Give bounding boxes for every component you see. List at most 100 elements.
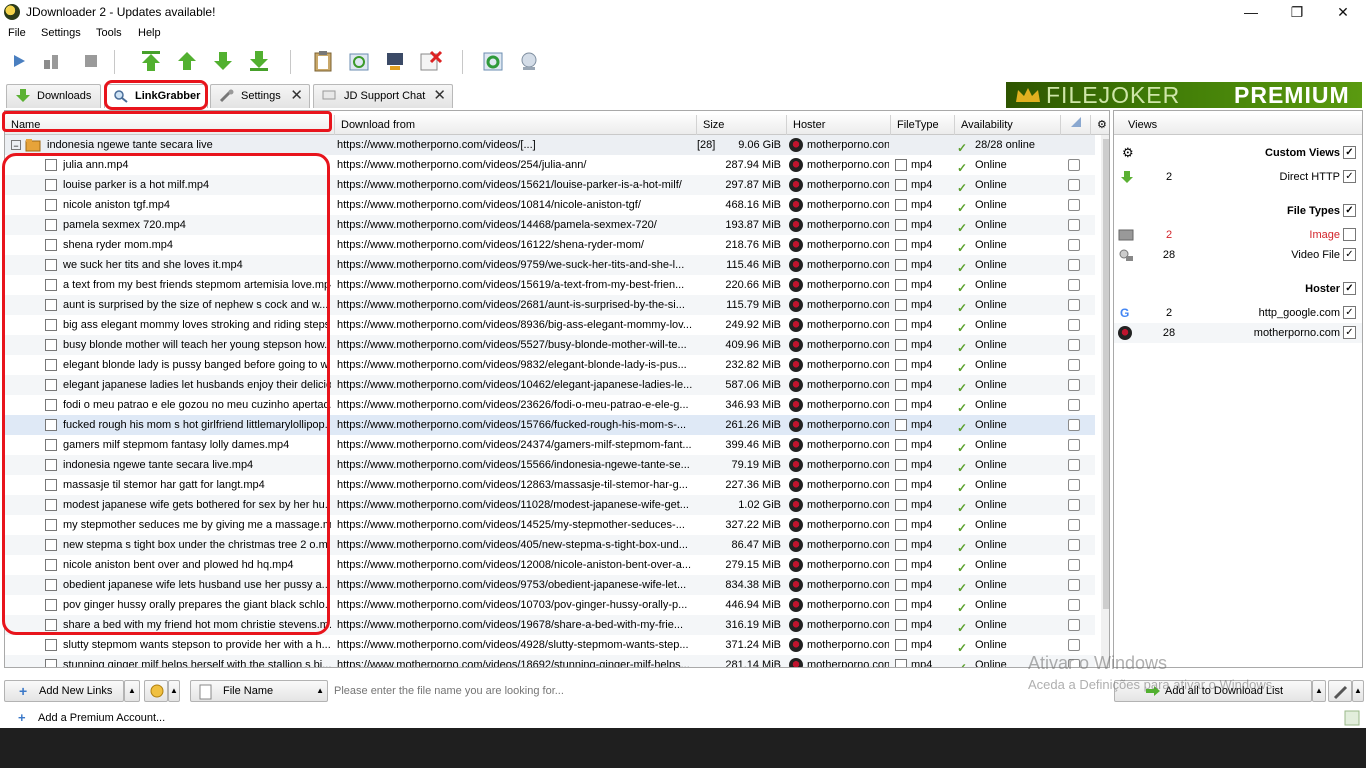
file-size: 279.15 MiB	[725, 559, 781, 571]
column-size[interactable]: Size	[697, 115, 787, 135]
video-file-checkbox[interactable]: ✓	[1343, 248, 1356, 261]
linkgrabber-settings-button[interactable]	[1328, 680, 1352, 702]
enable-checkbox[interactable]	[1068, 259, 1080, 271]
pause-icon[interactable]	[40, 48, 66, 74]
column-filetype[interactable]: FileType	[891, 115, 955, 135]
column-availability[interactable]: Availability	[955, 115, 1061, 135]
search-input[interactable]	[330, 680, 1110, 702]
menu-help[interactable]: Help	[138, 27, 161, 39]
minimize-button[interactable]: —	[1228, 0, 1274, 24]
menu-settings[interactable]: Settings	[41, 27, 81, 39]
motherporno-hoster-icon	[789, 598, 803, 612]
tab-downloads[interactable]: Downloads	[6, 84, 101, 108]
motherporno-hoster-icon	[789, 498, 803, 512]
view-row-motherporno[interactable]: 28 motherporno.com ✓	[1114, 323, 1362, 343]
file-types-checkbox[interactable]: ✓	[1343, 204, 1356, 217]
undo-dropdown[interactable]: ▲	[168, 680, 180, 702]
close-tab-icon[interactable]: ✕	[290, 85, 303, 107]
enable-checkbox[interactable]	[1068, 299, 1080, 311]
gear-icon: ⚙	[1122, 145, 1134, 160]
move-top-icon[interactable]	[138, 48, 164, 74]
clipboard-icon[interactable]	[310, 48, 336, 74]
table-row[interactable]: stunning ginger milf helps herself with …	[5, 655, 1095, 667]
enable-checkbox[interactable]	[1068, 179, 1080, 191]
http-google-checkbox[interactable]: ✓	[1343, 306, 1356, 319]
move-bottom-icon[interactable]	[246, 48, 272, 74]
column-enabled[interactable]	[1061, 115, 1091, 135]
enable-checkbox[interactable]	[1068, 439, 1080, 451]
view-row-video-file[interactable]: 28 Video File ✓	[1114, 245, 1362, 265]
table-row[interactable]: slutty stepmom wants stepson to provide …	[5, 635, 1095, 655]
enable-checkbox[interactable]	[1068, 319, 1080, 331]
close-window-button[interactable]: ✕	[1320, 0, 1366, 24]
package-row[interactable]: − indonesia ngewe tante secara live http…	[5, 135, 1095, 155]
add-new-links-button[interactable]: + Add New Links	[4, 680, 124, 702]
hoster-checkbox[interactable]: ✓	[1343, 282, 1356, 295]
enable-checkbox[interactable]	[1068, 459, 1080, 471]
banner-text-filejoker: FILEJOKER	[1046, 82, 1181, 108]
search-field-selector[interactable]: File Name ▲	[190, 680, 328, 702]
scrollbar-thumb[interactable]	[1103, 139, 1109, 609]
enable-checkbox[interactable]	[1068, 359, 1080, 371]
enable-checkbox[interactable]	[1068, 559, 1080, 571]
download-from-url: https://www.motherporno.com/videos/9753/…	[337, 579, 687, 591]
enable-checkbox[interactable]	[1068, 419, 1080, 431]
settings-dropdown[interactable]: ▲	[1352, 680, 1364, 702]
menu-file[interactable]: File	[8, 27, 26, 39]
enable-checkbox[interactable]	[1068, 619, 1080, 631]
collapse-toggle[interactable]: −	[11, 140, 21, 150]
play-icon[interactable]	[6, 48, 32, 74]
enable-checkbox[interactable]	[1068, 239, 1080, 251]
restore-button[interactable]: ❐	[1274, 0, 1320, 24]
direct-http-checkbox[interactable]: ✓	[1343, 170, 1356, 183]
move-up-icon[interactable]	[174, 48, 200, 74]
premium-globe-icon[interactable]	[516, 48, 542, 74]
enable-checkbox[interactable]	[1068, 639, 1080, 651]
view-row-image[interactable]: 2 Image	[1114, 225, 1362, 245]
stop-icon[interactable]	[78, 48, 104, 74]
reconnect-icon[interactable]	[382, 48, 408, 74]
enable-checkbox[interactable]	[1068, 599, 1080, 611]
enable-checkbox[interactable]	[1068, 579, 1080, 591]
add-links-dropdown[interactable]: ▲	[124, 680, 140, 702]
undo-button[interactable]	[144, 680, 168, 702]
enable-checkbox[interactable]	[1068, 219, 1080, 231]
tab-settings[interactable]: Settings ✕	[210, 84, 310, 108]
move-down-icon[interactable]	[210, 48, 236, 74]
motherporno-hoster-icon	[789, 158, 803, 172]
refresh-icon[interactable]	[346, 48, 372, 74]
file-type: mp4	[911, 519, 933, 531]
column-hoster[interactable]: Hoster	[787, 115, 891, 135]
enable-checkbox[interactable]	[1068, 479, 1080, 491]
image-checkbox[interactable]	[1343, 228, 1356, 241]
enable-checkbox[interactable]	[1068, 199, 1080, 211]
enable-checkbox[interactable]	[1068, 519, 1080, 531]
video-file-icon	[895, 579, 907, 591]
hoster-name: motherporno.con	[807, 439, 889, 451]
file-type: mp4	[911, 479, 933, 491]
view-row-direct-http[interactable]: 2 Direct HTTP ✓	[1114, 167, 1362, 187]
update-icon[interactable]	[480, 48, 506, 74]
table-scrollbar[interactable]	[1101, 135, 1109, 667]
tab-jd-support-chat[interactable]: JD Support Chat ✕	[313, 84, 453, 108]
enable-checkbox[interactable]	[1068, 539, 1080, 551]
download-from-url: https://www.motherporno.com/videos/15566…	[337, 459, 690, 471]
enable-checkbox[interactable]	[1068, 379, 1080, 391]
custom-views-checkbox[interactable]: ✓	[1343, 146, 1356, 159]
view-row-http-google[interactable]: G 2 http_google.com ✓	[1114, 303, 1362, 323]
motherporno-hoster-icon	[789, 298, 803, 312]
motherporno-checkbox[interactable]: ✓	[1343, 326, 1356, 339]
enable-checkbox[interactable]	[1068, 279, 1080, 291]
enable-checkbox[interactable]	[1068, 499, 1080, 511]
column-settings-icon[interactable]: ⚙	[1095, 115, 1109, 135]
column-download-from[interactable]: Download from	[335, 115, 697, 135]
enable-checkbox[interactable]	[1068, 399, 1080, 411]
add-premium-account-link[interactable]: Add a Premium Account...	[38, 712, 165, 724]
availability-status: Online	[975, 499, 1007, 511]
filejoker-premium-banner[interactable]: FILEJOKER PREMIUM	[1006, 82, 1362, 108]
close-tab-icon[interactable]: ✕	[433, 85, 446, 107]
remove-offline-icon[interactable]	[418, 48, 444, 74]
enable-checkbox[interactable]	[1068, 159, 1080, 171]
menu-tools[interactable]: Tools	[96, 27, 122, 39]
enable-checkbox[interactable]	[1068, 339, 1080, 351]
